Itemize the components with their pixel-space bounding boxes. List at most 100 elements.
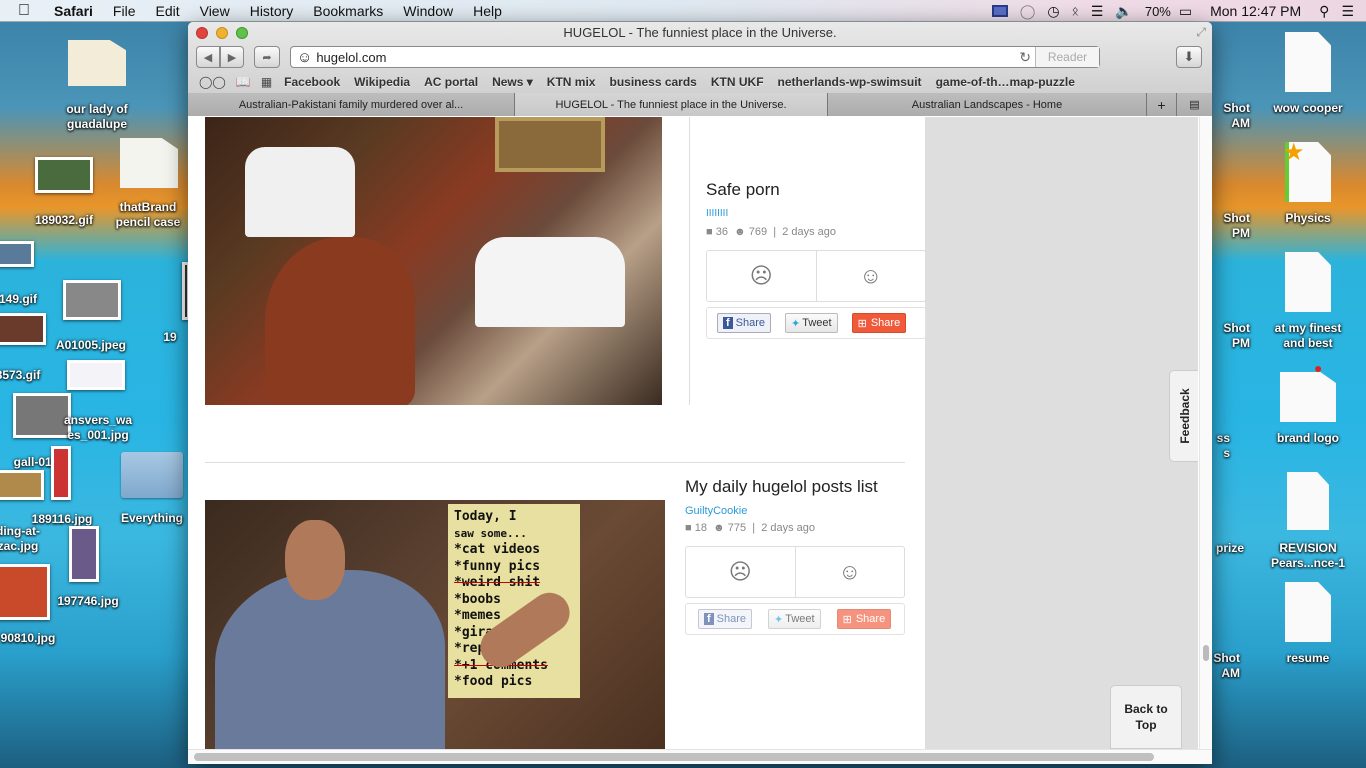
document-icon[interactable] (1285, 252, 1331, 312)
post-title[interactable]: Safe porn (706, 180, 780, 200)
image-thumbnail[interactable] (0, 564, 50, 620)
desktop-icon-revision[interactable]: REVISION Pears...nce-1 (1260, 541, 1356, 571)
bookmark-ac-portal[interactable]: AC portal (417, 75, 485, 89)
image-thumbnail[interactable] (0, 313, 46, 345)
volume-icon[interactable]: 🔈 (1109, 3, 1138, 20)
post-author[interactable]: IIIIIIII (706, 208, 728, 219)
menu-window[interactable]: Window (393, 3, 463, 19)
desktop-icon-197746[interactable]: 197746.jpg (40, 594, 136, 609)
vertical-scroll-thumb[interactable] (1203, 645, 1209, 661)
post-title[interactable]: My daily hugelol posts list (685, 477, 878, 497)
google-share-button[interactable]: ⊞ Share (836, 609, 892, 629)
google-share-button[interactable]: ⊞ Share (851, 313, 907, 333)
vertical-scrollbar[interactable] (1199, 117, 1212, 749)
drive-icon[interactable]: ◯ (1014, 3, 1042, 20)
bookmark-ktn-ukf[interactable]: KTN UKF (704, 75, 771, 89)
desktop-icon-finest-best[interactable]: at my finest and best (1260, 321, 1356, 351)
menu-bookmarks[interactable]: Bookmarks (303, 3, 393, 19)
back-to-top-button[interactable]: Back to Top (1110, 685, 1182, 749)
downvote-button[interactable]: ☹ (686, 547, 795, 597)
desktop-icon-resume[interactable]: resume (1260, 651, 1356, 666)
wifi-icon[interactable]: ☰ (1085, 3, 1110, 20)
bookmark-game-of-thrones-puzzle[interactable]: game-of-th…map-puzzle (929, 75, 1082, 89)
image-thumbnail[interactable] (67, 360, 125, 390)
address-bar[interactable]: ☺ hugelol.com ↻ Reader (290, 46, 1100, 68)
image-thumbnail[interactable] (69, 526, 99, 582)
desktop-icon-8573gif[interactable]: 8573.gif (0, 368, 66, 383)
image-thumbnail[interactable] (0, 241, 34, 267)
image-thumbnail[interactable] (35, 157, 93, 193)
reader-button[interactable]: Reader (1035, 47, 1099, 67)
image-thumbnail[interactable] (63, 280, 121, 320)
document-icon[interactable] (1285, 582, 1331, 642)
tweet-button[interactable]: ✦ Tweet (768, 609, 821, 629)
desktop-icon-transvers[interactable]: ansvers_wa es_001.jpg (50, 413, 146, 443)
menu-history[interactable]: History (240, 3, 304, 19)
bookmark-facebook[interactable]: Facebook (277, 75, 347, 89)
apple-menu-icon[interactable]:  (18, 2, 34, 19)
desktop-icon-our-lady[interactable]: our lady of guadalupe (49, 102, 145, 132)
new-tab-button[interactable]: + (1147, 93, 1177, 116)
desktop-icon-landing-anzac[interactable]: ding-at- zac.jpg (0, 524, 66, 554)
share-button[interactable]: ➦ (254, 46, 280, 68)
post-author[interactable]: GuiltyCookie (685, 505, 747, 517)
folder-icon[interactable] (121, 452, 183, 498)
document-icon[interactable] (1287, 472, 1329, 530)
desktop-icon-149gif[interactable]: 149.gif (0, 292, 66, 307)
notification-center-icon[interactable]: ☰ (1335, 3, 1366, 20)
desktop-icon-pencil-case[interactable]: thatBrand pencil case (100, 200, 196, 230)
forward-button[interactable]: ▶ (220, 46, 244, 68)
bluetooth-icon[interactable]: ᛟ (1066, 4, 1085, 18)
menu-view[interactable]: View (190, 3, 240, 19)
time-machine-icon[interactable]: ◷ (1041, 3, 1065, 20)
desktop-icon-189032[interactable]: 189032.gif (16, 213, 112, 228)
url-input[interactable]: hugelol.com (316, 50, 386, 65)
horizontal-scrollbar[interactable] (188, 749, 1212, 764)
tab-overview-button[interactable]: ▤ (1177, 93, 1212, 116)
fullscreen-icon[interactable]: ⤢ (1196, 25, 1206, 40)
pinned-note-icon[interactable] (120, 138, 178, 188)
tab-hugelol[interactable]: HUGELOL - The funniest place in the Univ… (515, 93, 828, 116)
display-status-icon[interactable] (991, 5, 1008, 17)
pinned-note-icon[interactable] (1280, 372, 1336, 422)
desktop-icon-90810[interactable]: 90810.jpg (0, 631, 76, 646)
menu-help[interactable]: Help (463, 3, 512, 19)
bookmark-ktn-mix[interactable]: KTN mix (540, 75, 603, 89)
menu-safari[interactable]: Safari (44, 3, 103, 19)
tab-australian-landscapes[interactable]: Australian Landscapes - Home (828, 93, 1147, 116)
comment-count[interactable]: 36 (716, 226, 728, 238)
desktop-icon-gall[interactable]: gall-01 g (0, 455, 86, 470)
post-image-safe-porn[interactable] (205, 117, 662, 405)
desktop-icon-physics[interactable]: Physics (1260, 211, 1356, 226)
image-thumbnail[interactable] (51, 446, 71, 500)
menu-edit[interactable]: Edit (145, 3, 189, 19)
upvote-button[interactable]: ☺ (815, 251, 926, 301)
back-button[interactable]: ◀ (196, 46, 220, 68)
comment-count[interactable]: 18 (695, 522, 707, 534)
reading-list-icon[interactable]: ◯◯ (194, 75, 231, 89)
spotlight-search-icon[interactable]: ⚲ (1313, 3, 1335, 20)
bookmarks-book-icon[interactable]: 📖 (231, 75, 256, 89)
desktop-icon-everything[interactable]: Everything (104, 511, 200, 526)
bookmark-netherlands-swimsuit[interactable]: netherlands-wp-swimsuit (771, 75, 929, 89)
bookmark-news-folder[interactable]: News ▾ (485, 75, 540, 89)
image-thumbnail[interactable] (0, 470, 44, 500)
document-icon[interactable] (1285, 32, 1331, 92)
facebook-share-button[interactable]: f Share (717, 313, 772, 333)
bookmark-wikipedia[interactable]: Wikipedia (347, 75, 417, 89)
clock[interactable]: Mon 12:47 PM (1198, 3, 1313, 19)
top-sites-grid-icon[interactable]: ▦ (256, 75, 277, 89)
desktop-icon-brand-logo[interactable]: brand logo (1260, 431, 1356, 446)
reload-icon[interactable]: ↻ (1019, 49, 1031, 66)
facebook-share-button[interactable]: f Share (698, 609, 753, 629)
downloads-button[interactable]: ⬇ (1176, 46, 1202, 68)
bookmark-business-cards[interactable]: business cards (602, 75, 703, 89)
feedback-tab[interactable]: Feedback (1169, 370, 1198, 462)
tab-australian-pakistani[interactable]: Australian-Pakistani family murdered ove… (188, 93, 515, 116)
desktop-icon-wow-cooper[interactable]: wow cooper (1260, 101, 1356, 116)
menu-file[interactable]: File (103, 3, 146, 19)
tweet-button[interactable]: ✦ Tweet (785, 313, 838, 333)
upvote-button[interactable]: ☺ (794, 547, 905, 597)
desktop-icon-a01005[interactable]: A01005.jpeg (43, 338, 139, 353)
document-thumbnail[interactable] (68, 40, 126, 86)
